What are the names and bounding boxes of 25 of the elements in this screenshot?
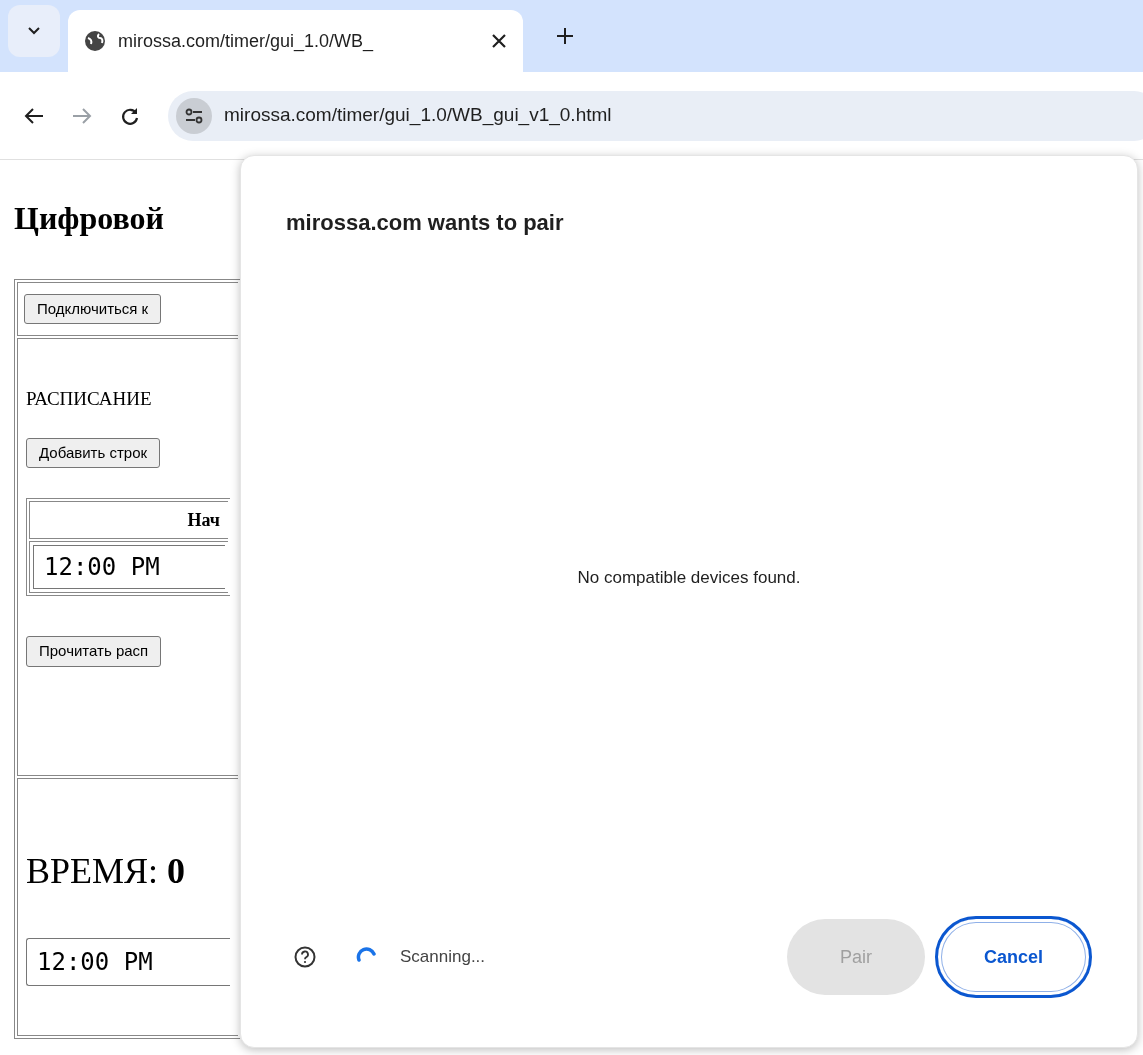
connect-button[interactable]: Подключиться к <box>24 293 162 325</box>
site-settings-icon[interactable] <box>176 97 212 134</box>
browser-tab[interactable]: mirossa.com/timer/gui_1.0/WB_ <box>68 10 523 72</box>
address-bar[interactable]: mirossa.com/timer/gui_1.0/WB_gui_v1_0.html <box>168 90 1143 141</box>
empty-message: No compatible devices found. <box>577 567 801 590</box>
cancel-button[interactable]: Cancel <box>935 916 1092 998</box>
globe-icon <box>84 30 106 52</box>
page-heading: Цифровой <box>14 202 165 234</box>
table-header-cell: Нач <box>29 501 228 539</box>
plus-icon[interactable] <box>555 26 575 46</box>
time-label: ВРЕМЯ: 0 <box>26 850 187 893</box>
schedule-label: РАСПИСАНИЕ <box>26 387 153 411</box>
add-row-button[interactable]: Добавить строк <box>26 437 161 468</box>
close-icon[interactable] <box>491 33 507 49</box>
read-schedule-button[interactable]: Прочитать расп <box>26 636 162 667</box>
url-text: mirossa.com/timer/gui_1.0/WB_gui_v1_0.html <box>224 103 612 128</box>
chevron-down-icon <box>27 26 41 36</box>
scanning-status: Scanning... <box>400 946 486 969</box>
tab-title: mirossa.com/timer/gui_1.0/WB_ <box>118 29 374 54</box>
forward-arrow-icon[interactable] <box>72 106 92 125</box>
back-arrow-icon[interactable] <box>24 106 44 125</box>
time-input-field[interactable]: 12:00 PM <box>33 545 225 589</box>
current-time-field[interactable]: 12:00 PM <box>26 938 230 986</box>
help-icon[interactable] <box>294 946 316 968</box>
dialog-title: mirossa.com wants to pair <box>286 209 565 237</box>
